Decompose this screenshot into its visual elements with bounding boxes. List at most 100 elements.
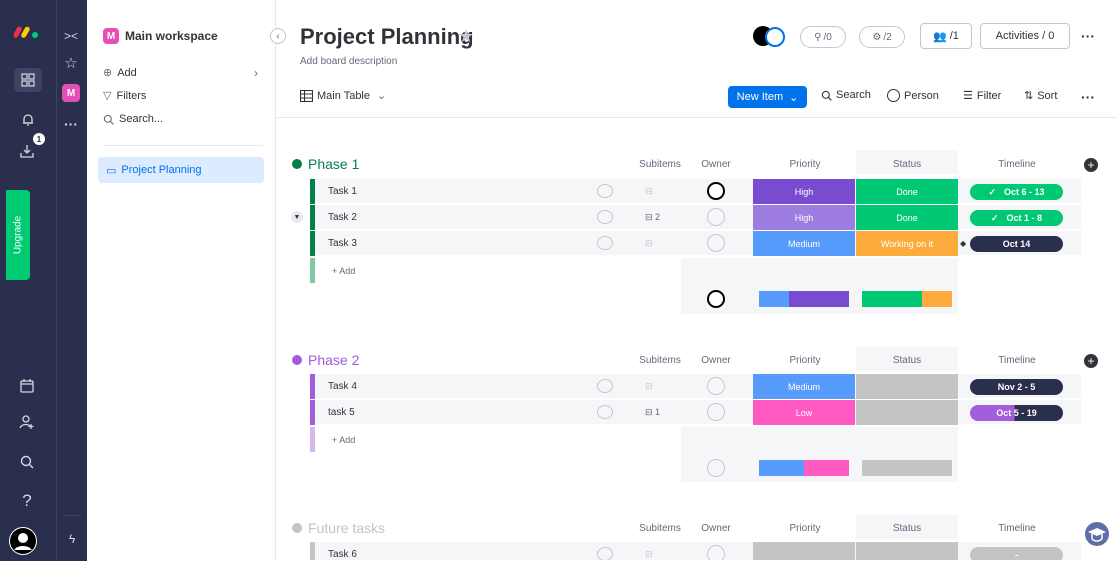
owner-avatar[interactable] (707, 182, 725, 200)
activities-button[interactable]: Activities / 0 (980, 23, 1070, 49)
subitems-icon[interactable]: ⊟ (645, 549, 653, 560)
sort-button[interactable]: ⇅ Sort (1024, 89, 1057, 103)
priority-cell[interactable]: High (753, 205, 855, 230)
person-filter-button[interactable]: Person (887, 89, 939, 102)
owner-placeholder-avatar[interactable] (707, 234, 725, 252)
column-header-timeline[interactable]: Timeline (972, 523, 1062, 534)
page-title[interactable]: Project Planning (300, 24, 474, 50)
bell-icon[interactable] (18, 110, 38, 130)
comment-bubble-icon[interactable] (597, 210, 613, 224)
column-header-status[interactable]: Status (862, 355, 952, 366)
timeline-pill[interactable]: - (970, 547, 1063, 560)
workspace-title[interactable]: M Main workspace (103, 28, 218, 44)
column-header-owner[interactable]: Owner (696, 159, 736, 170)
invite-user-icon[interactable] (17, 412, 37, 432)
upgrade-button[interactable]: Upgrade (6, 190, 30, 280)
status-cell[interactable]: Working on it (856, 231, 958, 256)
subitems-icon[interactable]: ⊟ 2 (645, 212, 660, 223)
item-name[interactable]: Task 2 (328, 212, 357, 223)
item-name[interactable]: task 5 (328, 407, 355, 418)
column-header-owner[interactable]: Owner (696, 355, 736, 366)
table-row[interactable]: Task 2 ⊟ 2 High Done ✓ Oct 1 - 8 (310, 205, 1081, 230)
group-title[interactable]: Phase 2 (292, 352, 359, 368)
help-icon[interactable]: ? (17, 490, 37, 512)
owner-placeholder-avatar[interactable] (707, 403, 725, 421)
apps-grid-icon[interactable] (14, 68, 42, 92)
filters-button[interactable]: ▽ Filters (103, 89, 146, 103)
add-item-row[interactable]: + Add (310, 258, 681, 283)
column-header-status[interactable]: Status (862, 159, 952, 170)
owner-placeholder-avatar[interactable] (707, 208, 725, 226)
column-header-priority[interactable]: Priority (760, 355, 850, 366)
table-row[interactable]: task 5 ⊟ 1 Low Oct 5 - 19 (310, 400, 1081, 425)
priority-cell[interactable]: Low (753, 400, 855, 425)
column-header-timeline[interactable]: Timeline (972, 355, 1062, 366)
priority-cell[interactable]: Medium (753, 374, 855, 399)
status-cell[interactable] (856, 542, 958, 560)
owner-placeholder-avatar[interactable] (707, 545, 725, 560)
toolbar-more-icon[interactable]: ··· (1081, 89, 1095, 105)
column-header-timeline[interactable]: Timeline (972, 159, 1062, 170)
board-description[interactable]: Add board description (300, 56, 397, 67)
workspace-avatar-icon[interactable]: M (62, 84, 80, 102)
expand-subitems-icon[interactable]: ▼ (291, 211, 303, 223)
timeline-pill[interactable]: Oct 14 (970, 236, 1063, 252)
learning-center-button[interactable] (1083, 520, 1111, 548)
favorite-star-icon[interactable]: ★ (458, 26, 474, 47)
automations-button[interactable]: ⚙/2 (859, 26, 905, 48)
collapse-panel-button[interactable]: ‹ (270, 28, 286, 44)
add-button[interactable]: ⊕ Add (103, 66, 137, 80)
owner-placeholder-avatar[interactable] (707, 377, 725, 395)
item-name[interactable]: Task 6 (328, 549, 357, 560)
item-name[interactable]: Task 4 (328, 381, 357, 392)
user-avatar[interactable] (7, 525, 39, 557)
status-cell[interactable] (856, 400, 958, 425)
table-row[interactable]: Task 3 ⊟ Medium Working on it ◆ Oct 14 (310, 231, 1081, 256)
view-selector[interactable]: Main Table ⌄ (300, 89, 386, 102)
table-row[interactable]: Task 1 ⊟ High Done ✓ Oct 6 - 13 (310, 179, 1081, 204)
subitems-icon[interactable]: ⊟ (645, 186, 653, 197)
comment-bubble-icon[interactable] (597, 184, 613, 198)
new-item-button[interactable]: New Item ⌄ (728, 86, 807, 108)
more-options-icon[interactable]: ··· (1081, 28, 1095, 44)
filter-button[interactable]: ☰ Filter (963, 89, 1001, 103)
subitems-icon[interactable]: ⊟ (645, 381, 653, 392)
workspace-search[interactable]: Search... (103, 113, 163, 125)
column-header-subitems[interactable]: Subitems (630, 523, 690, 534)
timeline-pill[interactable]: ✓ Oct 1 - 8 (970, 210, 1063, 226)
add-item-row[interactable]: + Add (310, 427, 681, 452)
status-cell[interactable]: Done (856, 205, 958, 230)
table-row[interactable]: Task 6 ⊟ - (310, 542, 1081, 561)
favorites-star-icon[interactable]: ☆ (61, 54, 81, 72)
timeline-pill[interactable]: ✓ Oct 6 - 13 (970, 184, 1063, 200)
priority-cell[interactable]: Medium (753, 231, 855, 256)
status-cell[interactable]: Done (856, 179, 958, 204)
search-button[interactable]: Search (821, 89, 871, 101)
status-cell[interactable] (856, 374, 958, 399)
column-header-priority[interactable]: Priority (760, 523, 850, 534)
collapse-icon[interactable]: >< (61, 28, 81, 44)
column-header-priority[interactable]: Priority (760, 159, 850, 170)
table-row[interactable]: Task 4 ⊟ Medium Nov 2 - 5 (310, 374, 1081, 399)
group-title[interactable]: Future tasks (292, 520, 385, 536)
column-header-subitems[interactable]: Subitems (630, 355, 690, 366)
members-button[interactable]: 👥/1 (920, 23, 972, 49)
column-header-status[interactable]: Status (862, 523, 952, 534)
add-column-button[interactable]: + (1084, 354, 1098, 368)
comment-bubble-icon[interactable] (597, 547, 613, 560)
group-collapse-icon[interactable] (292, 355, 302, 365)
integrations-button[interactable]: ⚲/0 (800, 26, 846, 48)
monday-logo-icon[interactable] (14, 22, 40, 40)
item-name[interactable]: Task 3 (328, 238, 357, 249)
group-title[interactable]: Phase 1 (292, 156, 359, 172)
timeline-pill[interactable]: Nov 2 - 5 (970, 379, 1063, 395)
group-collapse-icon[interactable] (292, 523, 302, 533)
priority-cell[interactable]: High (753, 179, 855, 204)
lightning-icon[interactable]: ϟ (62, 530, 82, 548)
column-header-subitems[interactable]: Subitems (630, 159, 690, 170)
group-collapse-icon[interactable] (292, 159, 302, 169)
calendar-icon[interactable] (17, 376, 37, 396)
search-icon[interactable] (17, 452, 37, 472)
column-header-owner[interactable]: Owner (696, 523, 736, 534)
board-item-project-planning[interactable]: ▭ Project Planning (98, 157, 264, 183)
